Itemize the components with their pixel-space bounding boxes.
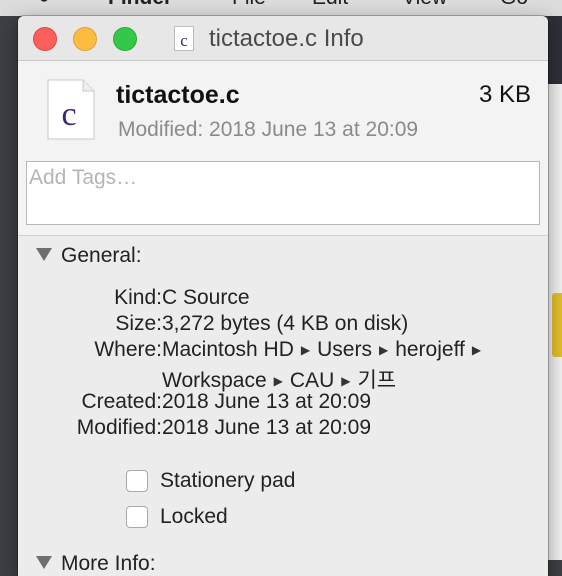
menu-bar: ● Finder File Edit View Go <box>0 0 562 16</box>
path-item: CAU <box>289 369 335 392</box>
path-arrow-icon: ▶ <box>378 343 389 357</box>
path-arrow-icon: ▶ <box>471 343 482 357</box>
where-path-line-1[interactable]: Macintosh HD ▶ Users ▶ herojeff ▶ <box>162 338 488 362</box>
zoom-button[interactable] <box>113 27 137 51</box>
menu-finder[interactable]: Finder <box>108 0 172 10</box>
path-arrow-icon: ▶ <box>273 374 283 388</box>
general-section-label: General: <box>61 244 142 267</box>
file-proxy-icon[interactable]: c <box>174 26 194 51</box>
section-divider <box>18 235 548 236</box>
stationery-pad-label[interactable]: Stationery pad <box>160 469 295 492</box>
minimize-button[interactable] <box>73 27 97 51</box>
menu-view[interactable]: View <box>402 0 447 10</box>
path-item: 기프 <box>357 369 397 392</box>
menu-file[interactable]: File <box>232 0 266 10</box>
modified-value: 2018 June 13 at 20:09 <box>162 416 372 439</box>
size-label: Size: <box>115 312 162 335</box>
disclosure-triangle-icon[interactable] <box>36 247 52 261</box>
stationery-pad-row[interactable]: Stationery pad <box>126 469 295 495</box>
path-item: Macintosh HD <box>162 338 294 361</box>
created-value: 2018 June 13 at 20:09 <box>162 390 372 413</box>
title-bar[interactable]: c tictactoe.c Info <box>18 16 548 61</box>
size-value: 3,272 bytes (4 KB on disk) <box>162 312 409 335</box>
locked-checkbox[interactable] <box>126 506 148 528</box>
file-icon-glyph: c <box>61 96 76 133</box>
created-label: Created: <box>81 390 162 413</box>
locked-row[interactable]: Locked <box>126 505 228 531</box>
background-folder-tab <box>552 293 562 357</box>
kind-label: Kind: <box>114 286 162 309</box>
modified-label: Modified: <box>76 416 162 439</box>
file-size: 3 KB <box>478 81 531 108</box>
more-info-section-header[interactable]: More Info: <box>36 552 156 576</box>
where-label: Where: <box>94 338 162 361</box>
stationery-pad-checkbox[interactable] <box>126 470 148 492</box>
tags-field[interactable] <box>26 161 540 225</box>
more-info-section-label: More Info: <box>61 552 156 575</box>
disclosure-triangle-icon[interactable] <box>36 555 52 569</box>
info-window: c tictactoe.c Info c tictactoe.c 3 KB Mo… <box>18 16 548 576</box>
window-title: tictactoe.c Info <box>209 25 364 52</box>
close-button[interactable] <box>33 27 57 51</box>
apple-icon[interactable]: ● <box>38 0 50 9</box>
menu-edit[interactable]: Edit <box>312 0 348 10</box>
path-arrow-icon: ▶ <box>300 343 311 357</box>
modified-date: Modified: 2018 June 13 at 20:09 <box>118 118 419 141</box>
info-header: c tictactoe.c 3 KB Modified: 2018 June 1… <box>18 61 548 236</box>
file-name: tictactoe.c <box>116 81 240 109</box>
path-item: Workspace <box>162 369 267 392</box>
menu-go[interactable]: Go <box>500 0 528 10</box>
kind-value: C Source <box>162 286 250 309</box>
path-arrow-icon: ▶ <box>341 374 351 388</box>
general-section-header[interactable]: General: <box>36 244 142 272</box>
path-item: herojeff <box>395 338 465 361</box>
c-source-file-icon: c <box>47 79 95 140</box>
locked-label[interactable]: Locked <box>160 505 228 528</box>
path-item: Users <box>317 338 372 361</box>
